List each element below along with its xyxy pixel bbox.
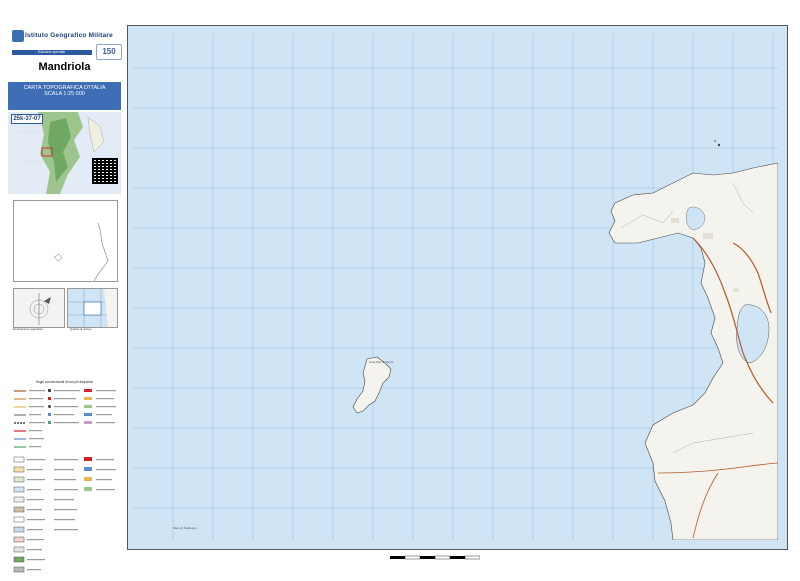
adjacent-caption: Quadro di unione (70, 327, 92, 331)
map-area[interactable]: Isola Mal di Ventre Mare di Sardegna (133, 33, 779, 541)
sea-label: Mare di Sardegna (173, 526, 197, 530)
inset-outline (53, 222, 109, 282)
anniversary-badge: 150 (96, 44, 122, 60)
igm-emblem-icon (12, 30, 24, 42)
declination-diagram (13, 288, 65, 328)
offshore-rock (714, 140, 716, 142)
series-title-block: CARTA TOPOGRAFICA D'ITALIA SCALA 1:25 00… (8, 82, 121, 110)
declination-graphic (14, 289, 64, 327)
adjacent-sheets-diagram (67, 288, 118, 328)
legend-graphic (13, 389, 116, 573)
island-label: Isola Mal di Ventre (369, 360, 394, 364)
edition-label: Edizione speciale (38, 49, 66, 54)
declination-caption: Declinazione magnetica (13, 327, 43, 331)
sheet-name: Mandriola (38, 61, 91, 73)
scale-bar (390, 549, 481, 560)
qr-code-icon[interactable] (92, 158, 118, 184)
org-name: Istituto Geografico Militare (25, 32, 113, 39)
map-sidebar: Istituto Geografico Militare Edizione sp… (8, 24, 122, 577)
topographic-map: Isola Mal di Ventre Mare di Sardegna (133, 33, 779, 541)
sheet-code: 25k-37-07 (11, 114, 43, 124)
adjacent-sheets-graphic (68, 289, 117, 327)
offshore-rock (717, 143, 721, 147)
regional-inset-map (13, 200, 118, 282)
legend-symbols (12, 385, 118, 575)
series-scale: SCALA 1:25 000 (44, 91, 85, 97)
scale-bar-graphic (390, 555, 481, 560)
legend-title: Segni convenzionali di uso più frequente (35, 380, 94, 384)
